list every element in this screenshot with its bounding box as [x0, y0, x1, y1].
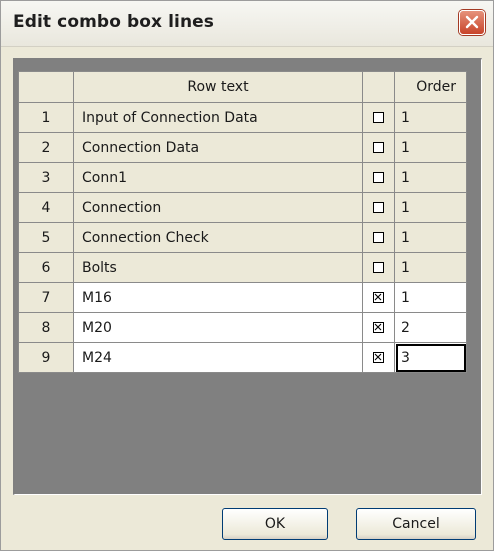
title-bar[interactable]: Edit combo box lines — [1, 1, 493, 47]
checkmark-x-icon — [374, 353, 382, 361]
grid-row[interactable]: 8 M20 2 — [18, 312, 467, 343]
row-order-cell[interactable]: 1 — [394, 162, 467, 193]
combo-lines-grid: Row text Order 1 Input of Connection Data… — [18, 71, 467, 373]
row-text-cell[interactable]: M20 — [73, 312, 363, 343]
checkmark-x-icon — [374, 293, 382, 301]
grid-row[interactable]: 7 M16 1 — [18, 282, 467, 313]
row-order-cell[interactable]: 1 — [394, 102, 467, 133]
unchecked-checkbox[interactable] — [373, 112, 384, 123]
row-number[interactable]: 7 — [18, 282, 74, 313]
row-checkbox-cell — [362, 132, 395, 163]
header-row-text[interactable]: Row text — [73, 71, 363, 103]
row-number[interactable]: 8 — [18, 312, 74, 343]
row-text-cell[interactable]: Conn1 — [73, 162, 363, 193]
row-text-cell[interactable]: M16 — [73, 282, 363, 313]
row-checkbox-cell — [362, 282, 395, 313]
row-checkbox-cell — [362, 312, 395, 343]
row-order-cell[interactable]: 3 — [394, 342, 467, 373]
checked-checkbox[interactable] — [373, 322, 384, 333]
grid-header-row: Row text Order — [18, 71, 467, 103]
row-text-cell[interactable]: Connection — [73, 192, 363, 223]
row-checkbox-cell — [362, 252, 395, 283]
row-checkbox-cell — [362, 102, 395, 133]
row-order-cell[interactable]: 1 — [394, 282, 467, 313]
header-checked[interactable] — [362, 71, 395, 103]
unchecked-checkbox[interactable] — [373, 202, 384, 213]
row-checkbox-cell — [362, 222, 395, 253]
dialog-title: Edit combo box lines — [13, 12, 215, 32]
close-icon — [465, 15, 479, 29]
edit-combo-box-lines-dialog: Edit combo box lines Row text Order 1 Inp… — [0, 0, 494, 551]
order-edit-field[interactable]: 3 — [396, 343, 466, 372]
cancel-button[interactable]: Cancel — [356, 508, 476, 540]
row-text-cell[interactable]: Bolts — [73, 252, 363, 283]
row-number[interactable]: 6 — [18, 252, 74, 283]
grid-row[interactable]: 6 Bolts 1 — [18, 252, 467, 283]
grid-row[interactable]: 3 Conn1 1 — [18, 162, 467, 193]
unchecked-checkbox[interactable] — [373, 142, 384, 153]
row-text-cell[interactable]: Connection Check — [73, 222, 363, 253]
row-checkbox-cell — [362, 342, 395, 373]
row-order-cell[interactable]: 1 — [394, 222, 467, 253]
grid-row[interactable]: 9 M24 3 — [18, 342, 467, 373]
row-order-cell[interactable]: 1 — [394, 132, 467, 163]
unchecked-checkbox[interactable] — [373, 172, 384, 183]
row-order-cell[interactable]: 2 — [394, 312, 467, 343]
row-checkbox-cell — [362, 162, 395, 193]
unchecked-checkbox[interactable] — [373, 232, 384, 243]
header-number — [18, 71, 74, 103]
row-number[interactable]: 1 — [18, 102, 74, 133]
row-order-cell[interactable]: 1 — [394, 192, 467, 223]
row-number[interactable]: 4 — [18, 192, 74, 223]
close-button[interactable] — [459, 10, 485, 35]
header-order[interactable]: Order — [394, 71, 467, 103]
row-text-cell[interactable]: Connection Data — [73, 132, 363, 163]
grid-row[interactable]: 2 Connection Data 1 — [18, 132, 467, 163]
checkmark-x-icon — [374, 323, 382, 331]
ok-button[interactable]: OK — [222, 508, 328, 540]
checked-checkbox[interactable] — [373, 352, 384, 363]
row-text-cell[interactable]: Input of Connection Data — [73, 102, 363, 133]
row-number[interactable]: 2 — [18, 132, 74, 163]
row-order-cell[interactable]: 1 — [394, 252, 467, 283]
grid-row[interactable]: 5 Connection Check 1 — [18, 222, 467, 253]
grid-row[interactable]: 4 Connection 1 — [18, 192, 467, 223]
row-checkbox-cell — [362, 192, 395, 223]
checked-checkbox[interactable] — [373, 292, 384, 303]
row-text-cell[interactable]: M24 — [73, 342, 363, 373]
row-number[interactable]: 9 — [18, 342, 74, 373]
grid-row[interactable]: 1 Input of Connection Data 1 — [18, 102, 467, 133]
row-number[interactable]: 3 — [18, 162, 74, 193]
unchecked-checkbox[interactable] — [373, 262, 384, 273]
row-number[interactable]: 5 — [18, 222, 74, 253]
